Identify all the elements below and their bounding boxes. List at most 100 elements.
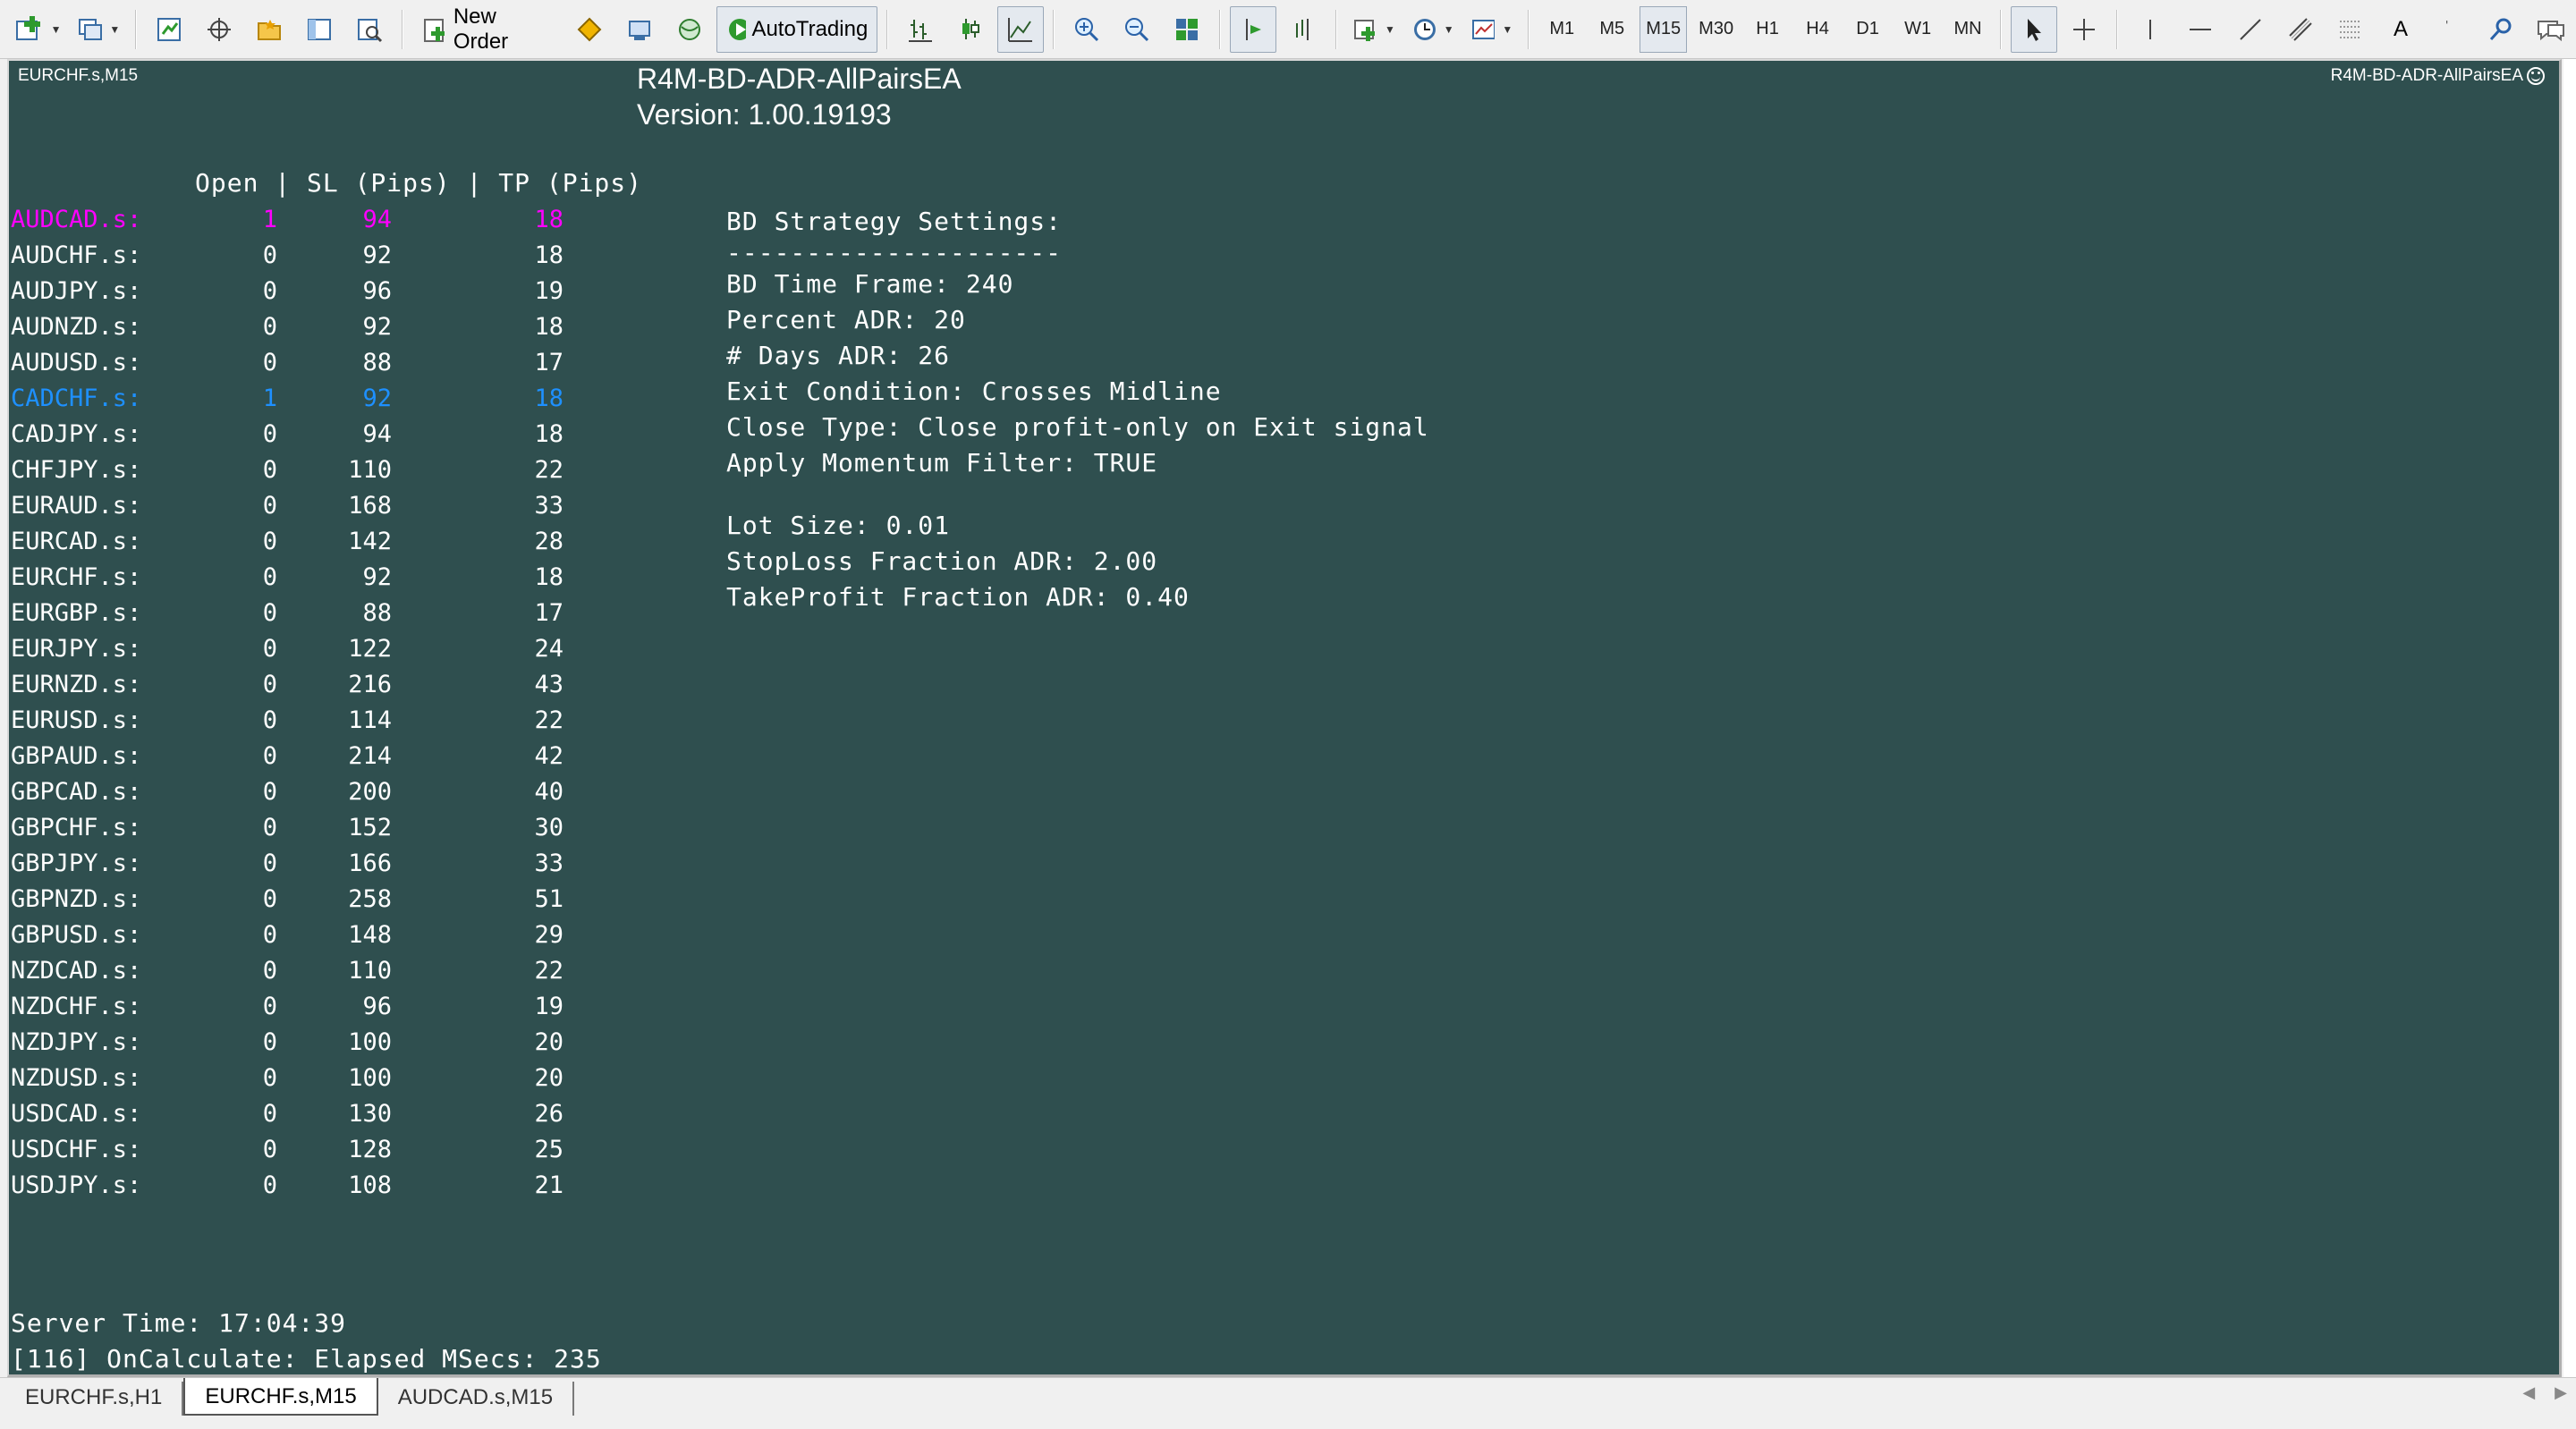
pair-sl-pips: 94 bbox=[362, 420, 392, 448]
timeframe-m1-button[interactable]: M1 bbox=[1539, 6, 1584, 53]
pair-row: CADCHF.s: 1 92 18 bbox=[9, 381, 599, 417]
vertical-line-button[interactable] bbox=[2127, 6, 2174, 53]
timeframe-mn-button[interactable]: MN bbox=[1945, 6, 1990, 53]
chat-icon bbox=[2537, 20, 2564, 41]
pair-tp-pips: 19 bbox=[534, 277, 564, 305]
pair-tp-pips: 18 bbox=[534, 313, 564, 341]
line-chart-button[interactable] bbox=[997, 5, 1045, 53]
zoom-out-button[interactable] bbox=[1114, 6, 1160, 53]
new-order-button[interactable]: New Order bbox=[412, 4, 562, 54]
terminal-window-icon bbox=[308, 18, 332, 40]
pair-row: AUDCAD.s: 1 94 18 bbox=[9, 202, 599, 238]
pair-symbol: NZDCHF.s: bbox=[11, 993, 142, 1020]
zoom-in-icon bbox=[1075, 17, 1099, 41]
chart-shift-button[interactable] bbox=[1280, 6, 1326, 53]
bar-chart-button[interactable] bbox=[897, 6, 944, 53]
strategy-tester-button[interactable] bbox=[346, 6, 393, 53]
pair-row: GBPAUD.s: 0 214 42 bbox=[9, 739, 599, 774]
equidistant-channel-button[interactable] bbox=[2277, 6, 2324, 53]
text-tool-button[interactable]: A bbox=[2377, 6, 2424, 53]
timeframe-w1-button[interactable]: W1 bbox=[1895, 6, 1940, 53]
indicators-button[interactable]: ▼ bbox=[1346, 6, 1402, 53]
ea-status-tag[interactable]: R4M-BD-ADR-AllPairsEA bbox=[2331, 66, 2545, 86]
templates-button[interactable]: ▼ bbox=[1464, 6, 1520, 53]
pair-open-count: 0 bbox=[262, 563, 277, 591]
pair-row: EURJPY.s: 0 122 24 bbox=[9, 631, 599, 667]
scroll-left-icon[interactable]: ◀ bbox=[2522, 1383, 2535, 1402]
chart-tab[interactable]: AUDCAD.s,M15 bbox=[378, 1382, 575, 1416]
timeframe-d1-button[interactable]: D1 bbox=[1845, 6, 1890, 53]
pair-open-count: 1 bbox=[262, 206, 277, 233]
pair-row: GBPJPY.s: 0 166 33 bbox=[9, 846, 599, 882]
timeframe-h1-button[interactable]: H1 bbox=[1745, 6, 1790, 53]
chart-tab[interactable]: EURCHF.s,M15 bbox=[183, 1378, 378, 1416]
pair-symbol: USDCHF.s: bbox=[11, 1136, 142, 1163]
pair-open-count: 0 bbox=[262, 1100, 277, 1128]
timeframe-m30-button[interactable]: M30 bbox=[1692, 6, 1740, 53]
pair-sl-pips: 92 bbox=[362, 241, 392, 269]
chart-window[interactable]: EURCHF.s,M15 R4M-BD-ADR-AllPairsEA Versi… bbox=[7, 59, 2562, 1377]
candlestick-button[interactable] bbox=[947, 6, 994, 53]
crosshair-tool-button[interactable] bbox=[2061, 6, 2107, 53]
pair-row: GBPNZD.s: 0 258 51 bbox=[9, 882, 599, 917]
pair-open-count: 0 bbox=[262, 885, 277, 913]
pair-sl-pips: 258 bbox=[348, 885, 392, 913]
setting-stoploss-fraction: StopLoss Fraction ADR: 2.00 bbox=[726, 546, 1158, 576]
text-tool-icon: A bbox=[2393, 16, 2408, 41]
chat-button[interactable] bbox=[2528, 6, 2574, 53]
fibonacci-button[interactable] bbox=[2327, 6, 2374, 53]
profiles-button[interactable]: ▼ bbox=[72, 6, 127, 53]
pair-row: NZDCAD.s: 0 110 22 bbox=[9, 953, 599, 989]
pair-symbol: AUDUSD.s: bbox=[11, 349, 142, 376]
pair-tp-pips: 24 bbox=[534, 635, 564, 663]
pair-symbol: EURGBP.s: bbox=[11, 599, 142, 627]
trendline-button[interactable] bbox=[2227, 6, 2274, 53]
signals-button[interactable] bbox=[616, 6, 663, 53]
pair-sl-pips: 96 bbox=[362, 993, 392, 1020]
metaeditor-button[interactable] bbox=[566, 6, 613, 53]
right-window-edge bbox=[2563, 59, 2576, 1377]
pair-sl-pips: 110 bbox=[348, 957, 392, 985]
pair-row: AUDJPY.s: 0 96 19 bbox=[9, 274, 599, 309]
pair-tp-pips: 25 bbox=[534, 1136, 564, 1163]
cursor-tool-button[interactable] bbox=[2011, 5, 2058, 53]
text-label-button[interactable]: ' bbox=[2428, 6, 2474, 53]
periods-button[interactable]: ▼ bbox=[1405, 6, 1461, 53]
zoom-in-button[interactable] bbox=[1063, 6, 1110, 53]
pair-symbol: CHFJPY.s: bbox=[11, 456, 142, 484]
auto-scroll-button[interactable] bbox=[1230, 5, 1277, 53]
pair-sl-pips: 130 bbox=[348, 1100, 392, 1128]
toolbar-separator bbox=[886, 9, 889, 49]
timeframe-m15-button[interactable]: M15 bbox=[1640, 5, 1688, 53]
pair-tp-pips: 28 bbox=[534, 528, 564, 555]
search-button[interactable] bbox=[2478, 6, 2524, 53]
profiles-icon bbox=[78, 18, 102, 40]
pair-symbol: AUDNZD.s: bbox=[11, 313, 142, 341]
terminal-button[interactable] bbox=[296, 6, 343, 53]
pair-open-count: 0 bbox=[262, 599, 277, 627]
timeframe-m5-button[interactable]: M5 bbox=[1589, 6, 1634, 53]
market-button[interactable] bbox=[666, 6, 713, 53]
pair-sl-pips: 168 bbox=[348, 492, 392, 520]
tile-windows-button[interactable] bbox=[1164, 6, 1210, 53]
navigator-button[interactable] bbox=[246, 6, 292, 53]
pair-symbol: NZDJPY.s: bbox=[11, 1028, 142, 1056]
pair-row: USDJPY.s: 0 108 21 bbox=[9, 1168, 599, 1204]
pair-sl-pips: 114 bbox=[348, 706, 392, 734]
pair-open-count: 0 bbox=[262, 814, 277, 841]
timeframe-h4-button[interactable]: H4 bbox=[1795, 6, 1840, 53]
crosshair-target-icon bbox=[208, 17, 232, 41]
pair-tp-pips: 51 bbox=[534, 885, 564, 913]
autotrading-play-icon bbox=[728, 18, 747, 40]
pair-symbol: GBPUSD.s: bbox=[11, 921, 142, 949]
autotrading-button[interactable]: AutoTrading bbox=[716, 5, 878, 53]
setting-exit-condition: Exit Condition: Crosses Midline bbox=[726, 376, 1222, 406]
market-watch-button[interactable] bbox=[146, 6, 192, 53]
horizontal-line-button[interactable] bbox=[2177, 6, 2224, 53]
vertical-line-icon bbox=[2148, 19, 2151, 39]
new-chart-button[interactable]: ▼ bbox=[9, 6, 68, 53]
data-window-button[interactable] bbox=[196, 6, 242, 53]
pair-open-count: 0 bbox=[262, 492, 277, 520]
scroll-right-icon[interactable]: ▶ bbox=[2555, 1383, 2567, 1402]
chart-tab[interactable]: EURCHF.s,H1 bbox=[5, 1382, 184, 1416]
